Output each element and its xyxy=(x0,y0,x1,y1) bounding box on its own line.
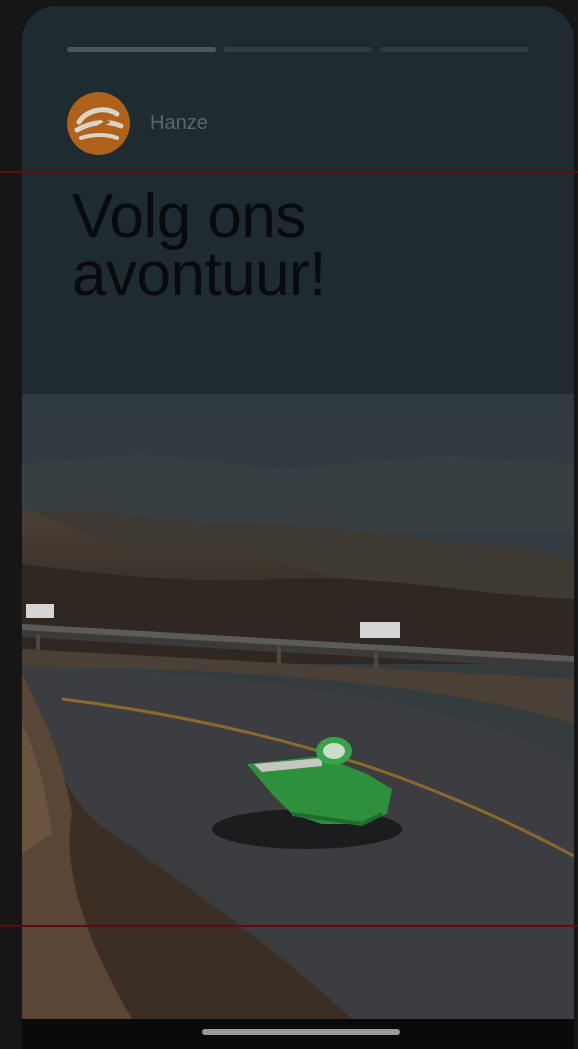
story-progress-bar xyxy=(67,47,530,52)
progress-segment-1 xyxy=(67,47,216,52)
profile-name[interactable]: Hanze xyxy=(150,112,208,135)
guide-line-top xyxy=(0,171,578,173)
story-headline: Volg ons avontuur! xyxy=(72,186,532,306)
story-header-panel: Hanze Volg ons avontuur! xyxy=(22,6,574,394)
guide-line-bottom xyxy=(0,925,578,927)
progress-segment-3 xyxy=(380,47,530,52)
story-profile[interactable]: Hanze xyxy=(67,92,208,155)
home-indicator[interactable] xyxy=(202,1029,400,1035)
progress-segment-2 xyxy=(223,47,373,52)
headline-line-2: avontuur! xyxy=(72,240,327,309)
hanze-logo-icon[interactable] xyxy=(67,92,130,155)
story-viewer[interactable]: Hanze Volg ons avontuur! xyxy=(22,6,574,1049)
